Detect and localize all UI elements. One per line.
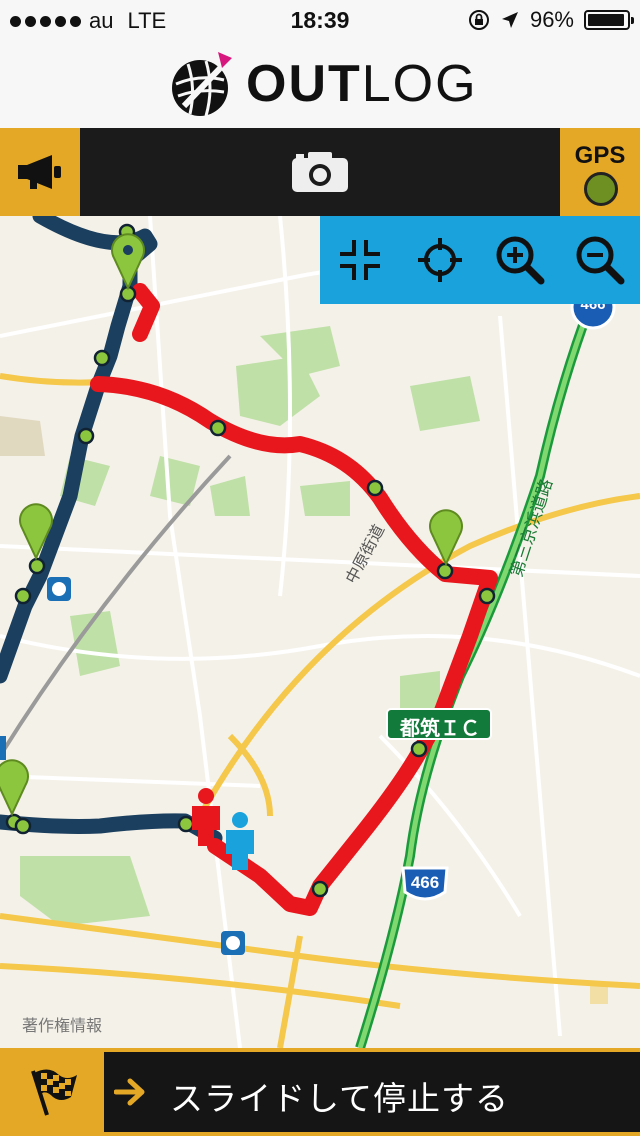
orientation-lock-icon [468,10,489,30]
building-area-2 [590,986,608,1004]
locate-icon [418,238,462,282]
megaphone-icon [18,155,61,189]
status-bar: au LTE 18:39 96% [0,0,640,40]
gps-status-dot [584,172,618,206]
brand-logo: OUTLOG [166,48,478,120]
zoom-in-icon [496,236,545,285]
ic-sign-label: 都筑ＩＣ [400,718,480,740]
announce-button[interactable] [0,128,80,216]
gps-indicator[interactable]: GPS [560,128,640,216]
route-shield-bottom-label: 466 [410,873,440,892]
building-area [0,416,45,456]
bottom-bar: スライドして停止する [0,1048,640,1136]
zoom-in-button[interactable] [492,232,548,288]
finish-flag-button[interactable] [0,1048,104,1136]
slide-to-stop-slider[interactable]: スライドして停止する [104,1052,640,1132]
collapse-icon [340,240,380,280]
right-arrow-icon [114,1078,145,1106]
location-arrow-icon [501,12,518,28]
brand-bold: OUT [246,55,362,113]
globe-logo-icon [172,52,232,117]
brand-light: LOG [361,55,478,113]
camera-button[interactable] [290,150,350,199]
map-view[interactable]: 中原街道 第三京浜道路 都筑ＩＣ 466 466 [0,216,640,1048]
battery-percent: 96% [529,7,574,32]
zoom-out-button[interactable] [572,232,628,288]
map-copyright-link[interactable]: 著作権情報 [22,1012,102,1036]
brand-text: OUTLOG [246,54,478,114]
gps-label: GPS [574,142,626,169]
map-canvas [0,216,640,1048]
locate-button[interactable] [412,232,468,288]
collapse-button[interactable] [332,232,388,288]
status-right: 96% [468,7,634,33]
battery-fill [588,14,625,26]
map-controls [320,216,640,304]
checkered-flag-icon [31,1069,77,1116]
slider-label: スライドして停止する [170,1080,510,1117]
camera-icon [292,152,348,192]
app-header: OUTLOG [0,40,640,128]
battery-icon [584,10,634,30]
action-toolbar: GPS [0,128,640,216]
zoom-out-icon [576,236,625,285]
